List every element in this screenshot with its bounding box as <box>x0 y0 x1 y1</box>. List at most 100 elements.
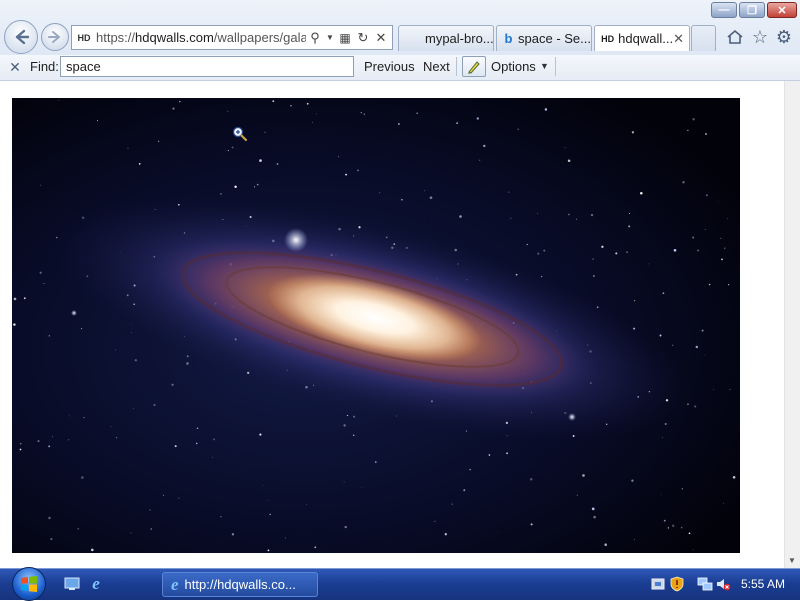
star-dot <box>692 117 695 121</box>
star-dot <box>526 243 528 246</box>
star-dot <box>276 163 279 165</box>
home-icon[interactable] <box>724 26 746 48</box>
restore-button[interactable]: ❐ <box>739 2 765 18</box>
star-dot <box>178 497 180 499</box>
star-dot <box>253 186 256 188</box>
star-dot <box>543 249 546 252</box>
bing-icon: b <box>504 31 513 46</box>
star-dot <box>153 403 156 407</box>
star-dot <box>83 416 85 419</box>
scroll-down-arrow-icon[interactable]: ▼ <box>784 552 800 568</box>
star-dot <box>687 129 689 132</box>
star-dot <box>626 251 628 253</box>
system-clock[interactable]: 5:55 AM <box>741 577 785 591</box>
url-prefix: https:// <box>96 30 136 45</box>
search-icon[interactable]: ⚲ <box>306 29 324 47</box>
star-dot <box>48 445 51 448</box>
star-dot <box>40 184 41 186</box>
star-dot <box>110 426 112 428</box>
star-dot <box>537 252 540 255</box>
galaxy-artwork <box>12 98 740 553</box>
star-dot <box>39 271 42 274</box>
tab-space-search[interactable]: b space - Se... <box>496 25 592 51</box>
safely-remove-hardware-icon[interactable] <box>649 575 667 593</box>
close-find-bar-icon[interactable]: ✕ <box>8 60 22 74</box>
highlight-matches-button[interactable] <box>462 56 486 77</box>
forward-button[interactable] <box>41 23 69 51</box>
network-icon[interactable] <box>696 575 714 593</box>
start-button[interactable] <box>8 567 50 601</box>
url-text[interactable]: https://hdqwalls.com/wallpapers/galaxy <box>96 30 306 45</box>
internet-explorer-quicklaunch-icon[interactable]: e <box>87 574 105 593</box>
back-button[interactable] <box>4 20 38 54</box>
chevron-down-icon[interactable]: ▼ <box>540 61 549 71</box>
close-window-button[interactable]: ✕ <box>767 2 797 18</box>
star-dot <box>23 297 26 300</box>
security-shield-icon[interactable] <box>668 575 686 593</box>
star-dot <box>306 504 307 505</box>
star-dot <box>673 248 677 252</box>
star-dot <box>58 99 60 101</box>
star-dot <box>360 112 362 114</box>
address-bar[interactable]: HD https://hdqwalls.com/wallpapers/galax… <box>71 25 393 50</box>
star-dot <box>375 461 377 463</box>
star-dot <box>634 538 635 540</box>
star-dot <box>530 523 533 526</box>
star-dot <box>68 415 70 417</box>
star-dot <box>37 440 40 443</box>
dropdown-icon[interactable]: ▼ <box>324 29 336 47</box>
star-dot <box>506 452 508 455</box>
star-dot <box>688 532 691 535</box>
star-dot <box>138 163 141 165</box>
find-previous-button[interactable]: Previous <box>364 59 415 74</box>
star-dot <box>353 434 355 436</box>
star-dot <box>628 212 630 214</box>
star-dot <box>568 213 570 216</box>
show-desktop-icon[interactable] <box>63 576 81 592</box>
favorites-star-icon[interactable]: ☆ <box>749 26 771 48</box>
refresh-icon[interactable]: ↻ <box>354 29 372 47</box>
star-dot <box>723 247 726 249</box>
star-dot <box>43 283 45 285</box>
star-dot <box>729 388 731 391</box>
star-dot <box>682 181 685 184</box>
star-dot <box>96 119 99 122</box>
star-dot <box>628 225 631 228</box>
close-tab-icon[interactable]: ✕ <box>673 31 684 47</box>
stop-icon[interactable]: ✕ <box>372 29 390 47</box>
star-dot <box>158 140 160 142</box>
galaxy-wallpaper-image[interactable] <box>12 98 740 553</box>
star-dot <box>510 217 512 219</box>
star-dot <box>345 173 348 176</box>
star-dot <box>346 414 349 417</box>
taskbar-item-browser[interactable]: e http://hdqwalls.co... <box>162 572 318 597</box>
vertical-scrollbar[interactable] <box>784 81 800 568</box>
url-domain: hdqwalls.com <box>135 30 214 45</box>
star-dot <box>591 507 595 511</box>
star-dot <box>131 332 132 333</box>
compatibility-icon[interactable]: ▦ <box>336 29 354 47</box>
star-dot <box>508 191 510 193</box>
taskbar-item-label: http://hdqwalls.co... <box>184 577 296 592</box>
zoom-in-cursor-icon <box>232 126 248 142</box>
forward-arrow-icon <box>48 31 60 43</box>
star-dot <box>667 527 670 529</box>
star-dot <box>717 201 719 202</box>
new-tab-button[interactable] <box>691 25 716 51</box>
star-dot <box>174 445 177 448</box>
find-options-button[interactable]: Options <box>491 59 536 74</box>
star-dot <box>728 284 730 286</box>
star-dot <box>478 159 481 162</box>
star-dot <box>48 335 50 337</box>
tab-label: hdqwall... <box>618 31 674 46</box>
tab-mypal[interactable]: mypal-bro... <box>398 25 494 51</box>
minimize-button[interactable]: — <box>711 2 737 18</box>
find-input[interactable] <box>60 56 354 77</box>
star-dot <box>314 546 317 549</box>
star-dot <box>338 156 340 158</box>
tab-hdqwalls[interactable]: HD hdqwall... ✕ <box>594 25 690 51</box>
settings-gear-icon[interactable]: ⚙ <box>773 26 795 48</box>
find-next-button[interactable]: Next <box>423 59 450 74</box>
star-dot <box>357 169 359 172</box>
volume-muted-icon[interactable] <box>714 575 732 593</box>
